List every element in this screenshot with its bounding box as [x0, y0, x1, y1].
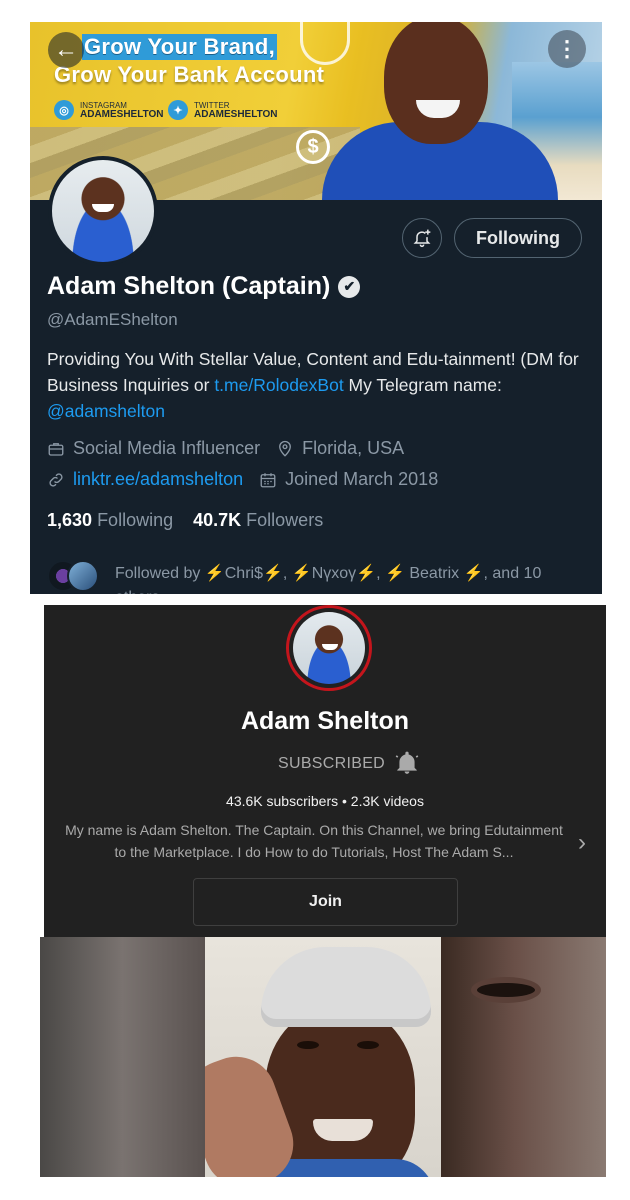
profile-joined-date: Joined March 2018: [285, 469, 439, 489]
channel-name: Adam Shelton: [240, 707, 410, 735]
video-left-blur: [40, 937, 205, 1177]
banner-twitter: ✦ TWITTER ADAMESHELTON: [168, 100, 278, 120]
channel-stats: 43.6K subscribers • 2.3K videos: [226, 793, 424, 809]
banner-headline-2: Grow Your Bank Account: [54, 62, 325, 87]
follow-counts: 1,630 Following 40.7K Followers: [47, 510, 323, 531]
video-thumbnail[interactable]: [40, 937, 606, 1177]
banner-headline-1: Grow Your Brand,: [82, 34, 278, 60]
followers-count-link[interactable]: 40.7K Followers: [193, 510, 323, 531]
profile-bio: Providing You With Stellar Value, Conten…: [47, 346, 592, 424]
twitter-handle: ADAMESHELTON: [194, 109, 278, 120]
display-name-text: Adam Shelton (Captain): [47, 272, 331, 300]
back-arrow-icon[interactable]: ←: [48, 32, 84, 68]
profile-category: Social Media Influencer: [73, 438, 261, 458]
profile-meta-row-1: Social Media Influencer Florida, USA: [47, 438, 420, 459]
link-icon: [49, 472, 63, 487]
avatar[interactable]: [48, 156, 158, 266]
briefcase-icon: [48, 442, 64, 456]
bell-icon[interactable]: [394, 750, 420, 782]
more-options-icon[interactable]: ⋮: [548, 30, 586, 68]
calendar-icon: [260, 472, 276, 487]
twitter-bird-icon: ✦: [168, 100, 188, 120]
banner-person-photo: [322, 22, 558, 200]
chevron-right-icon[interactable]: ›: [578, 829, 586, 857]
video-frame: [205, 937, 441, 1177]
followed-by-text: Followed by ⚡Chri$⚡, ⚡Nүxογ⚡, ⚡ Beatrix …: [115, 565, 542, 594]
follower-avatar-2: [67, 560, 99, 592]
verified-badge-icon: ✔: [338, 275, 361, 298]
notification-bell-button[interactable]: [402, 218, 442, 258]
channel-description[interactable]: My name is Adam Shelton. The Captain. On…: [64, 819, 564, 863]
following-count: 1,630: [47, 510, 93, 530]
bio-telegram-link[interactable]: t.me/RolodexBot: [214, 375, 343, 395]
bio-text-2: My Telegram name:: [343, 375, 502, 395]
banner-instagram: ◎ INSTAGRAM ADAMESHELTON: [54, 100, 164, 120]
instagram-icon: ◎: [54, 100, 74, 120]
following-button[interactable]: Following: [454, 218, 582, 258]
join-button[interactable]: Join: [193, 878, 458, 926]
profile-website-link[interactable]: linktr.ee/adamshelton: [73, 469, 243, 490]
twitter-profile-panel: Grow Your Brand, Grow Your Bank Account …: [30, 22, 602, 594]
bell-plus-icon: [413, 229, 431, 248]
video-right-blur: [441, 937, 606, 1177]
profile-location: Florida, USA: [302, 438, 405, 458]
location-pin-icon: [279, 440, 292, 457]
channel-avatar[interactable]: [286, 605, 372, 691]
user-handle: @AdamEShelton: [47, 310, 178, 329]
display-name: Adam Shelton (Captain) ✔: [47, 272, 361, 301]
followers-label: Followers: [246, 510, 324, 530]
following-count-link[interactable]: 1,630 Following: [47, 510, 173, 531]
followed-by-row[interactable]: Followed by ⚡Chri$⚡, ⚡Nүxογ⚡, ⚡ Beatrix …: [47, 560, 575, 594]
profile-meta-row-2: linktr.ee/adamshelton Joined March 2018: [47, 469, 454, 490]
bio-mention-link[interactable]: @adamshelton: [47, 401, 165, 421]
subscribed-button[interactable]: SUBSCRIBED: [278, 755, 385, 773]
youtube-channel-panel: Adam Shelton SUBSCRIBED 43.6K subscriber…: [44, 605, 606, 945]
instagram-handle: ADAMESHELTON: [80, 109, 164, 120]
followers-count: 40.7K: [193, 510, 242, 530]
following-label: Following: [97, 510, 174, 530]
